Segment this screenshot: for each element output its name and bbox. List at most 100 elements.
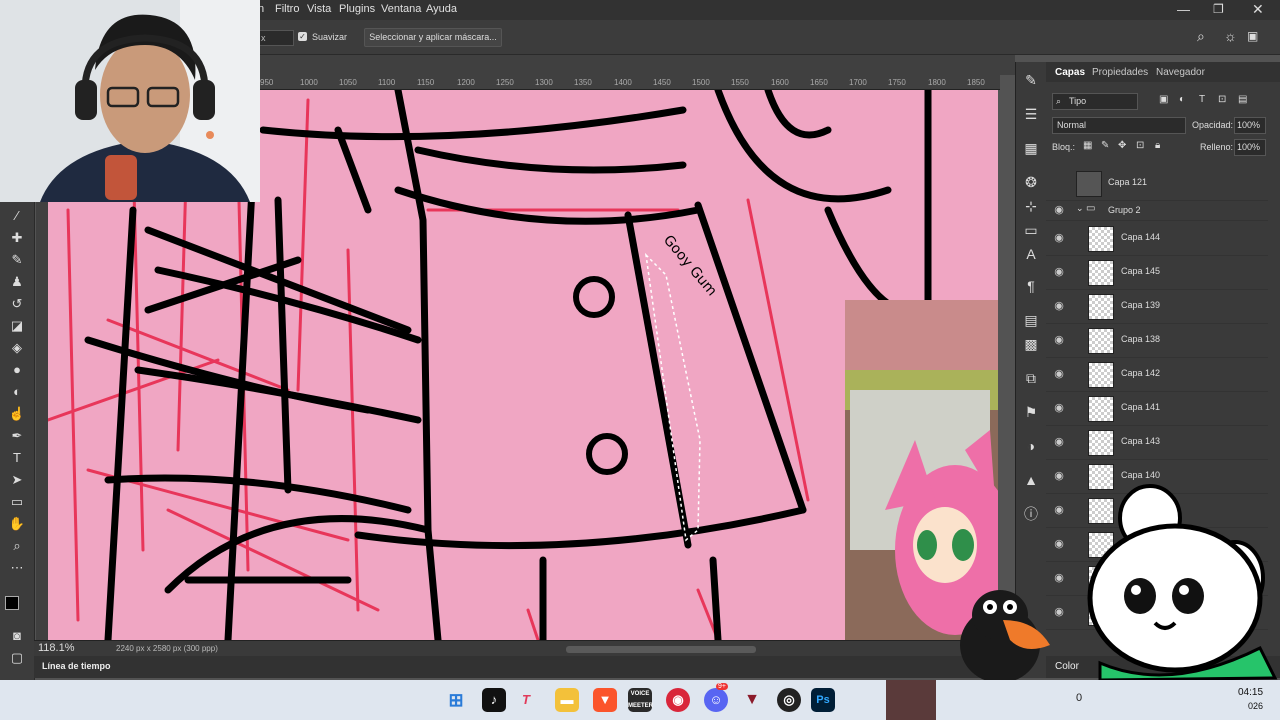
histogram-icon[interactable]: ▲ xyxy=(1021,470,1041,490)
clock-time[interactable]: 04:15 xyxy=(1238,687,1263,698)
layer-row[interactable]: ◉ Capa 141 xyxy=(1046,391,1268,426)
visibility-eye-icon[interactable]: ◉ xyxy=(1052,401,1066,415)
eyedropper-icon[interactable]: ⁄ xyxy=(6,206,28,226)
menu-ayuda[interactable]: Ayuda xyxy=(426,3,457,15)
visibility-eye-icon[interactable]: ◉ xyxy=(1052,435,1066,449)
stamp-icon[interactable]: ♟ xyxy=(6,272,28,292)
blur-icon[interactable]: ● xyxy=(6,360,28,380)
lock-brush-icon[interactable]: ✎ xyxy=(1101,140,1109,151)
healing-brush-icon[interactable]: ✚ xyxy=(6,228,28,248)
visibility-eye-icon[interactable]: ◉ xyxy=(1052,265,1066,279)
feather-field[interactable]: x xyxy=(258,30,294,46)
app-red-icon[interactable]: ◉ xyxy=(666,688,690,712)
menu-vista[interactable]: Vista xyxy=(307,3,331,15)
group-row[interactable]: ◉ ⌄ ▭ Grupo 2 xyxy=(1046,200,1268,221)
paragraph-icon[interactable]: ¶ xyxy=(1021,276,1041,296)
tab-properties[interactable]: Propiedades xyxy=(1092,67,1148,78)
brush-settings-icon[interactable]: ✎ xyxy=(1021,70,1041,90)
timeline-label[interactable]: Línea de tiempo xyxy=(42,661,111,671)
filter-image-icon[interactable]: ▣ xyxy=(1159,94,1168,105)
tab-layers[interactable]: Capas xyxy=(1055,67,1085,78)
dodge-icon[interactable]: ◐ xyxy=(6,382,28,402)
visibility-eye-icon[interactable]: ◉ xyxy=(1052,203,1066,217)
file-explorer-icon[interactable]: ▬ xyxy=(555,688,579,712)
filter-smart-icon[interactable]: ▤ xyxy=(1238,94,1247,105)
comments-icon[interactable]: ▭ xyxy=(1021,220,1041,240)
layer-filter-select[interactable]: ⌕ Tipo xyxy=(1052,93,1138,110)
lock-pixels-icon[interactable]: ▦ xyxy=(1083,140,1092,151)
export-icon[interactable]: ⧉ xyxy=(1021,368,1041,388)
bulb-icon[interactable]: ☼ xyxy=(1224,28,1237,44)
select-mask-button[interactable]: Seleccionar y aplicar máscara... xyxy=(364,28,502,47)
clock-date[interactable]: 026 xyxy=(1248,701,1263,711)
zoom-icon[interactable]: ⌕ xyxy=(6,536,28,556)
eraser-icon[interactable]: ◪ xyxy=(6,316,28,336)
smooth-checkbox[interactable]: ✓ xyxy=(298,32,307,41)
foreground-color-swatch[interactable] xyxy=(5,596,19,610)
windows-start-icon[interactable]: ⊞ xyxy=(444,688,468,712)
visibility-eye-icon[interactable]: ◉ xyxy=(1052,333,1066,347)
filter-adjust-icon[interactable]: ◐ xyxy=(1179,94,1185,105)
tab-navigator[interactable]: Navegador xyxy=(1156,67,1205,78)
more-tools-icon[interactable]: ⋯ xyxy=(6,558,28,578)
horizontal-scrollbar[interactable] xyxy=(566,646,756,653)
swatches-icon[interactable]: ▦ xyxy=(1021,138,1041,158)
workspace-icon[interactable]: ▣ xyxy=(1247,29,1258,43)
lock-artboard-icon[interactable]: ⊡ xyxy=(1136,140,1144,151)
photoshop-icon[interactable]: Ps xyxy=(811,688,835,712)
menu-filtro[interactable]: Filtro xyxy=(275,3,299,15)
layer-row[interactable]: ◉ Capa 138 xyxy=(1046,323,1268,358)
discord-icon[interactable]: ☺ xyxy=(704,688,728,712)
brush-icon[interactable]: ✎ xyxy=(6,250,28,270)
screen-mode-icon[interactable]: ▢ xyxy=(6,648,28,668)
smudge-icon[interactable]: ☝ xyxy=(6,404,28,424)
rectangle-icon[interactable]: ▭ xyxy=(6,492,28,512)
minimize-icon[interactable]: — xyxy=(1177,2,1190,17)
visibility-eye-icon[interactable]: ◉ xyxy=(1052,367,1066,381)
paths-icon[interactable]: ⊹ xyxy=(1021,196,1041,216)
layer-row-capa-121[interactable]: Capa 121 xyxy=(1046,166,1268,201)
info-icon[interactable]: ⓘ xyxy=(1021,504,1041,524)
layer-row[interactable]: ◉ Capa 143 xyxy=(1046,425,1268,460)
visibility-eye-icon[interactable]: ◉ xyxy=(1052,231,1066,245)
visibility-eye-icon[interactable]: ◉ xyxy=(1052,299,1066,313)
blend-mode-select[interactable]: Normal xyxy=(1052,117,1186,134)
lock-all-icon[interactable]: 🔒︎ xyxy=(1155,140,1160,151)
patterns-icon[interactable]: ▩ xyxy=(1021,334,1041,354)
zoom-level[interactable]: 118.1% xyxy=(38,642,75,654)
valorant-icon[interactable]: ▼ xyxy=(740,688,764,712)
history-brush-icon[interactable]: ↺ xyxy=(6,294,28,314)
menu-ventana[interactable]: Ventana xyxy=(381,3,421,15)
path-select-icon[interactable]: ➤ xyxy=(6,470,28,490)
layer-row[interactable]: ◉ Capa 142 xyxy=(1046,357,1268,392)
menu-plugins[interactable]: Plugins xyxy=(339,3,375,15)
adjustments-icon[interactable]: ☰ xyxy=(1021,104,1041,124)
lock-move-icon[interactable]: ✥ xyxy=(1118,140,1126,151)
typora-icon[interactable]: T xyxy=(514,688,538,712)
close-icon[interactable]: ✕ xyxy=(1252,1,1264,18)
layer-row[interactable]: ◉ Capa 144 xyxy=(1046,221,1268,256)
actions-icon[interactable]: ⚑ xyxy=(1021,402,1041,422)
filter-type-icon[interactable]: T xyxy=(1199,94,1205,105)
hand-icon[interactable]: ✋ xyxy=(6,514,28,534)
brave-icon[interactable]: ▼ xyxy=(593,688,617,712)
quick-mask-icon[interactable]: ◙ xyxy=(6,626,28,646)
layer-row[interactable]: ◉ Capa 139 xyxy=(1046,289,1268,324)
character-icon[interactable]: A xyxy=(1021,244,1041,264)
obs-icon[interactable]: ◎ xyxy=(777,688,801,712)
type-icon[interactable]: T xyxy=(6,448,28,468)
paint-bucket-icon[interactable]: ◈ xyxy=(6,338,28,358)
chevron-down-icon[interactable]: ⌄ xyxy=(1076,203,1084,214)
search-icon[interactable]: ⌕ xyxy=(1197,28,1205,45)
gradient-icon[interactable]: ▤ xyxy=(1021,310,1041,330)
tiktok-icon[interactable]: ♪ xyxy=(482,688,506,712)
fill-field[interactable]: 100% xyxy=(1234,139,1266,156)
voicemeeter-icon[interactable]: VOICE MEETER xyxy=(628,688,653,712)
restore-icon[interactable]: ❐ xyxy=(1213,2,1224,16)
layer-row[interactable]: ◉ Capa 145 xyxy=(1046,255,1268,290)
pen-icon[interactable]: ✒ xyxy=(6,426,28,446)
libraries-icon[interactable]: ❂ xyxy=(1021,172,1041,192)
channels-icon[interactable]: ◑ xyxy=(1021,436,1041,456)
filter-shape-icon[interactable]: ⊡ xyxy=(1218,94,1226,105)
opacity-field[interactable]: 100% xyxy=(1234,117,1266,134)
